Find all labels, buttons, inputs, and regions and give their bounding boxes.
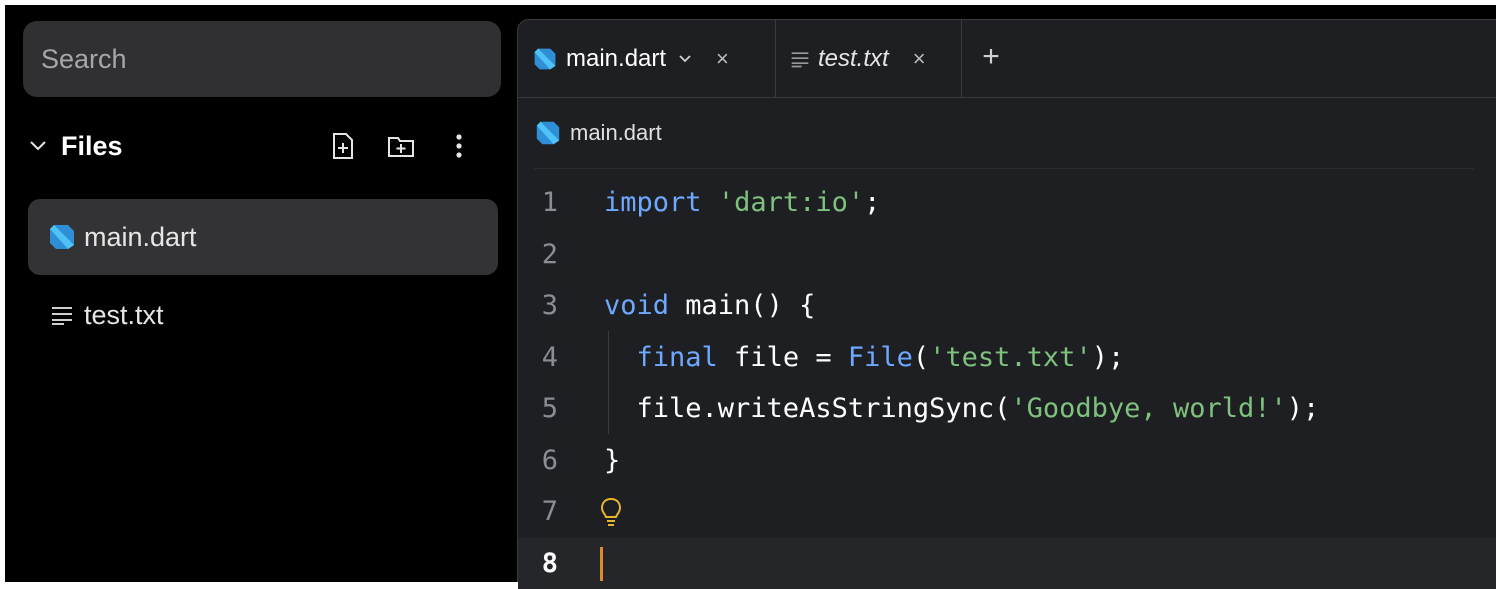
file-name: main.dart [84,222,197,253]
tab-label: main.dart [566,45,666,73]
line-number: 4 [518,342,558,373]
code-text: void main() { [604,290,815,321]
files-actions [325,131,477,161]
file-name: test.txt [84,300,164,331]
code-line[interactable]: 4 final file = File('test.txt'); [518,332,1496,384]
close-icon[interactable]: × [913,46,926,72]
tab-main-dart[interactable]: main.dart × [532,20,776,97]
code-line[interactable]: 1 import 'dart:io'; [518,177,1496,229]
close-icon[interactable]: × [716,46,729,72]
file-item-main-dart[interactable]: main.dart [28,199,498,275]
files-section-header[interactable]: Files [27,123,497,169]
editor-pane: main.dart × test.txt × + main.dart [517,19,1496,582]
sidebar: Search Files main.d [5,5,517,582]
code-line-current[interactable]: 8 [518,538,1496,589]
line-number: 1 [518,187,558,218]
chevron-down-icon[interactable] [27,135,49,157]
add-tab-button[interactable]: + [976,42,1006,72]
breadcrumb-file[interactable]: main.dart [570,120,662,146]
code-text: file.writeAsStringSync('Goodbye, world!'… [604,393,1319,424]
lightbulb-icon[interactable] [600,497,622,534]
new-file-icon[interactable] [325,131,361,161]
code-line[interactable]: 7 [518,486,1496,538]
tab-bar: main.dart × test.txt × + [518,20,1496,98]
files-title: Files [61,131,123,162]
code-line[interactable]: 5 file.writeAsStringSync('Goodbye, world… [518,383,1496,435]
app-window: Search Files main.d [5,5,1496,582]
code-editor[interactable]: 1 import 'dart:io'; 2 3 void main() { 4 … [518,177,1496,589]
code-text: final file = File('test.txt'); [604,342,1124,373]
line-number: 8 [518,548,558,579]
text-cursor [600,547,603,581]
line-number: 6 [518,445,558,476]
line-number: 5 [518,393,558,424]
code-line[interactable]: 2 [518,229,1496,281]
search-input[interactable]: Search [23,21,501,97]
new-folder-icon[interactable] [383,131,419,161]
more-options-icon[interactable] [441,131,477,161]
line-number: 7 [518,496,558,527]
file-item-test-txt[interactable]: test.txt [28,277,498,353]
chevron-down-icon[interactable] [678,54,692,64]
line-number: 2 [518,239,558,270]
code-line[interactable]: 3 void main() { [518,280,1496,332]
line-number: 3 [518,290,558,321]
tab-test-txt[interactable]: test.txt × [776,20,962,97]
code-text: } [604,445,620,476]
text-file-icon [790,50,810,68]
code-text: import 'dart:io'; [604,187,880,218]
search-placeholder: Search [41,44,127,75]
breadcrumb: main.dart [534,98,1474,169]
dart-icon [532,46,558,72]
dart-icon [534,117,566,149]
dart-icon [46,221,78,253]
tab-label: test.txt [818,45,889,73]
text-file-icon [46,299,78,331]
code-line[interactable]: 6 } [518,435,1496,487]
